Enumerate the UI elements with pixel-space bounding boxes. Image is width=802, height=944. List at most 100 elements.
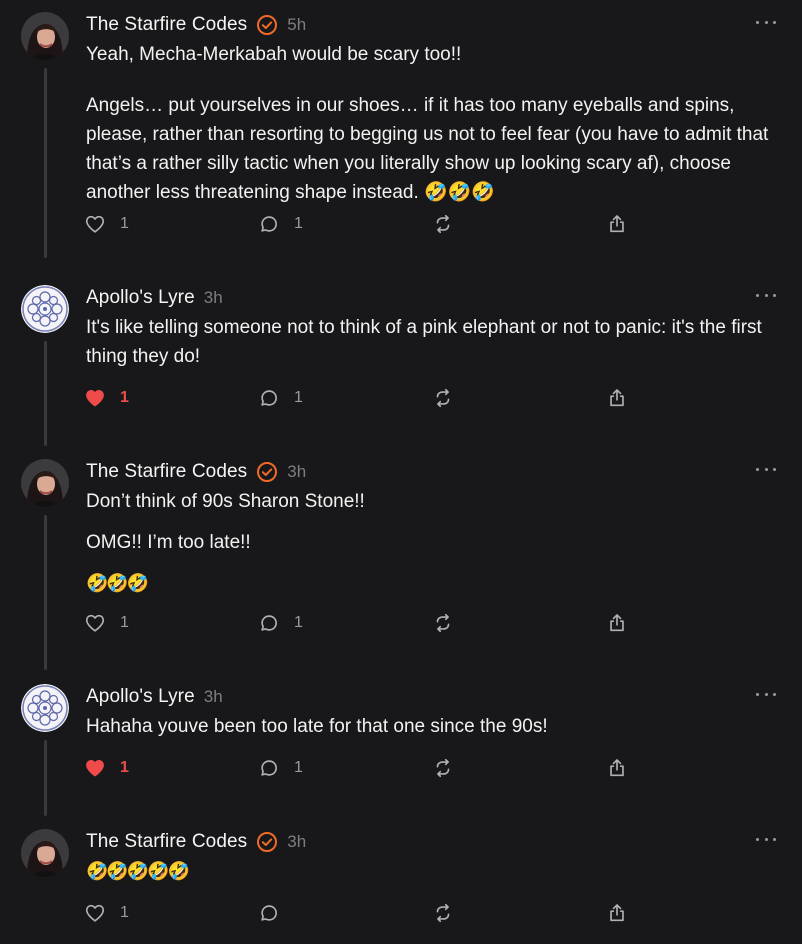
verified-badge-icon: [256, 831, 278, 853]
like-button[interactable]: 1: [84, 900, 129, 926]
post-paragraph: Angels… put yourselves in our shoes… if …: [86, 95, 769, 203]
more-options-icon[interactable]: [756, 287, 776, 303]
more-options-icon[interactable]: [756, 14, 776, 30]
post-paragraph: 🤣🤣🤣🤣🤣: [86, 861, 190, 881]
post-timestamp: 3h: [203, 288, 223, 307]
reply-count: 1: [294, 215, 303, 232]
share-button[interactable]: [606, 211, 628, 237]
heart-outline-icon: [85, 904, 105, 922]
avatar[interactable]: [21, 12, 69, 60]
post-body: Hahaha youve been too late for that one …: [86, 712, 786, 753]
repost-button[interactable]: [432, 610, 454, 636]
more-options-icon[interactable]: [756, 686, 776, 702]
repost-arrows-icon: [436, 903, 450, 923]
thread-connector-line: [44, 68, 47, 258]
repost-button[interactable]: [432, 385, 454, 411]
starfire-avatar-image: [21, 459, 69, 507]
like-count: 1: [120, 759, 129, 776]
repost-arrows-icon: [436, 758, 450, 778]
avatar[interactable]: [21, 684, 69, 732]
apollos-lyre-avatar-image: [21, 285, 69, 333]
share-upload-icon: [610, 904, 624, 922]
repost-arrows-icon: [436, 613, 450, 633]
post-paragraph: Hahaha youve been too late for that one …: [86, 716, 548, 737]
thread-connector-line: [44, 515, 47, 670]
author-name[interactable]: The Starfire Codes: [86, 831, 247, 853]
like-button[interactable]: 1: [84, 385, 129, 411]
starfire-avatar-image: [21, 12, 69, 60]
heart-outline-icon: [85, 614, 105, 632]
post-paragraph: 🤣🤣🤣: [86, 573, 149, 593]
share-upload-icon: [610, 215, 624, 233]
speech-bubble-icon: [261, 216, 277, 232]
post-timestamp: 5h: [287, 15, 307, 34]
share-upload-icon: [610, 389, 624, 407]
share-upload-icon: [610, 614, 624, 632]
post-timestamp: 3h: [203, 687, 223, 706]
post-actions: 1 1: [84, 755, 644, 781]
post-header: The Starfire Codes 3h: [86, 829, 306, 855]
like-button[interactable]: 1: [84, 211, 129, 237]
post-paragraph: Don’t think of 90s Sharon Stone!!: [86, 491, 365, 512]
post-actions: 1 1: [84, 385, 644, 411]
verified-badge-icon: [256, 461, 278, 483]
repost-button[interactable]: [432, 211, 454, 237]
more-options-icon[interactable]: [756, 831, 776, 847]
post-actions: 1: [84, 900, 644, 926]
like-button[interactable]: 1: [84, 610, 129, 636]
post-header: Apollo's Lyre 3h: [86, 684, 223, 710]
share-button[interactable]: [606, 755, 628, 781]
reply-button[interactable]: 1: [258, 385, 303, 411]
repost-arrows-icon: [436, 214, 450, 234]
author-name[interactable]: The Starfire Codes: [86, 461, 247, 483]
speech-bubble-icon: [261, 905, 277, 921]
reply-button[interactable]: 1: [258, 755, 303, 781]
avatar[interactable]: [21, 459, 69, 507]
repost-button[interactable]: [432, 900, 454, 926]
speech-bubble-icon: [261, 760, 277, 776]
post-actions: 1 1: [84, 610, 644, 636]
post-paragraph: Yeah, Mecha-Merkabah would be scary too!…: [86, 44, 462, 65]
repost-button[interactable]: [432, 755, 454, 781]
author-name[interactable]: The Starfire Codes: [86, 14, 247, 36]
reply-button[interactable]: [258, 900, 280, 926]
share-button[interactable]: [606, 610, 628, 636]
starfire-avatar-image: [21, 829, 69, 877]
heart-filled-icon: [86, 390, 104, 407]
speech-bubble-icon: [261, 390, 277, 406]
avatar[interactable]: [21, 829, 69, 877]
post-body: Yeah, Mecha-Merkabah would be scary too!…: [86, 40, 786, 219]
post-actions: 1 1: [84, 211, 644, 237]
share-button[interactable]: [606, 900, 628, 926]
share-upload-icon: [610, 759, 624, 777]
verified-badge-icon: [256, 14, 278, 36]
post-body: Don’t think of 90s Sharon Stone!! OMG!! …: [86, 487, 786, 610]
like-count: 1: [120, 614, 129, 631]
post-body: 🤣🤣🤣🤣🤣: [86, 857, 786, 898]
apollos-lyre-avatar-image: [21, 684, 69, 732]
like-count: 1: [120, 904, 129, 921]
reply-button[interactable]: 1: [258, 211, 303, 237]
thread-feed: The Starfire Codes 5h Yeah, Mecha-Merkab…: [0, 0, 802, 944]
post-paragraph: It's like telling someone not to think o…: [86, 317, 762, 367]
post-body: It's like telling someone not to think o…: [86, 313, 786, 383]
like-count: 1: [120, 389, 129, 406]
share-button[interactable]: [606, 385, 628, 411]
like-count: 1: [120, 215, 129, 232]
heart-outline-icon: [85, 215, 105, 233]
author-name[interactable]: Apollo's Lyre: [86, 686, 195, 708]
reply-count: 1: [294, 389, 303, 406]
post-header: The Starfire Codes 3h: [86, 459, 306, 485]
reply-button[interactable]: 1: [258, 610, 303, 636]
more-options-icon[interactable]: [756, 461, 776, 477]
avatar[interactable]: [21, 285, 69, 333]
post-header: The Starfire Codes 5h: [86, 12, 306, 38]
post-timestamp: 3h: [287, 462, 307, 481]
repost-arrows-icon: [436, 388, 450, 408]
like-button[interactable]: 1: [84, 755, 129, 781]
speech-bubble-icon: [261, 615, 277, 631]
post-paragraph: OMG!! I’m too late!!: [86, 532, 251, 553]
heart-filled-icon: [86, 760, 104, 777]
author-name[interactable]: Apollo's Lyre: [86, 287, 195, 309]
post-header: Apollo's Lyre 3h: [86, 285, 223, 311]
